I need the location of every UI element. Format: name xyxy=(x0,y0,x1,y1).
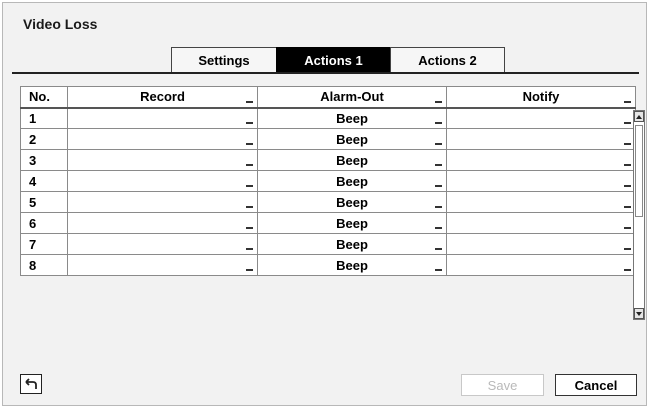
table-row: 1 Beep xyxy=(20,107,636,129)
table-row: 8 Beep xyxy=(20,254,636,276)
column-header-notify[interactable]: Notify xyxy=(446,86,636,109)
dropdown-indicator-icon xyxy=(624,185,631,187)
table-row: 3 Beep xyxy=(20,149,636,171)
row-number: 2 xyxy=(20,128,68,150)
back-button[interactable] xyxy=(20,374,42,394)
table-row: 4 Beep xyxy=(20,170,636,192)
tab-actions-1[interactable]: Actions 1 xyxy=(276,47,391,73)
table-row: 7 Beep xyxy=(20,233,636,255)
record-select[interactable] xyxy=(67,254,258,276)
record-select[interactable] xyxy=(67,107,258,129)
dropdown-indicator-icon xyxy=(435,206,442,208)
notify-select[interactable] xyxy=(446,107,636,129)
dialog-title: Video Loss xyxy=(23,16,98,32)
dropdown-indicator-icon xyxy=(246,122,253,124)
dropdown-indicator-icon xyxy=(624,206,631,208)
dropdown-indicator-icon xyxy=(624,143,631,145)
notify-select[interactable] xyxy=(446,191,636,213)
dropdown-indicator-icon xyxy=(435,185,442,187)
record-select[interactable] xyxy=(67,212,258,234)
dropdown-indicator-icon xyxy=(624,248,631,250)
dropdown-indicator-icon xyxy=(435,164,442,166)
alarm-out-select[interactable]: Beep xyxy=(257,149,447,171)
cancel-button[interactable]: Cancel xyxy=(555,374,637,396)
table-row: 6 Beep xyxy=(20,212,636,234)
dropdown-indicator-icon xyxy=(624,227,631,229)
row-number: 1 xyxy=(20,107,68,129)
scroll-thumb[interactable] xyxy=(635,125,643,217)
dropdown-indicator-icon xyxy=(435,100,442,103)
alarm-out-select[interactable]: Beep xyxy=(257,107,447,129)
record-select[interactable] xyxy=(67,128,258,150)
scroll-up-icon[interactable] xyxy=(634,111,644,122)
alarm-out-select[interactable]: Beep xyxy=(257,170,447,192)
tab-bar: Settings Actions 1 Actions 2 xyxy=(171,47,505,73)
column-header-alarm-out[interactable]: Alarm-Out xyxy=(257,86,447,109)
dropdown-indicator-icon xyxy=(246,100,253,103)
tab-underline xyxy=(12,72,639,74)
dropdown-indicator-icon xyxy=(624,122,631,124)
dropdown-indicator-icon xyxy=(246,269,253,271)
table-scrollbar[interactable] xyxy=(633,110,645,320)
record-select[interactable] xyxy=(67,191,258,213)
tab-actions-2[interactable]: Actions 2 xyxy=(390,47,505,73)
notify-select[interactable] xyxy=(446,149,636,171)
dropdown-indicator-icon xyxy=(435,227,442,229)
table-header-row: No. Record Alarm-Out Notify xyxy=(20,86,636,109)
alarm-out-select[interactable]: Beep xyxy=(257,191,447,213)
column-header-record[interactable]: Record xyxy=(67,86,258,109)
row-number: 8 xyxy=(20,254,68,276)
notify-select[interactable] xyxy=(446,170,636,192)
dropdown-indicator-icon xyxy=(435,122,442,124)
alarm-out-select[interactable]: Beep xyxy=(257,128,447,150)
dropdown-indicator-icon xyxy=(246,143,253,145)
alarm-out-select[interactable]: Beep xyxy=(257,212,447,234)
notify-select[interactable] xyxy=(446,212,636,234)
dropdown-indicator-icon xyxy=(246,185,253,187)
save-button[interactable]: Save xyxy=(461,374,544,396)
dropdown-indicator-icon xyxy=(435,143,442,145)
alarm-out-select[interactable]: Beep xyxy=(257,254,447,276)
dropdown-indicator-icon xyxy=(246,248,253,250)
table-row: 2 Beep xyxy=(20,128,636,150)
dropdown-indicator-icon xyxy=(246,206,253,208)
dropdown-indicator-icon xyxy=(246,227,253,229)
alarm-out-select[interactable]: Beep xyxy=(257,233,447,255)
row-number: 7 xyxy=(20,233,68,255)
row-number: 4 xyxy=(20,170,68,192)
notify-select[interactable] xyxy=(446,254,636,276)
dropdown-indicator-icon xyxy=(624,269,631,271)
back-arrow-icon xyxy=(25,378,37,389)
dropdown-indicator-icon xyxy=(246,164,253,166)
notify-select[interactable] xyxy=(446,233,636,255)
record-select[interactable] xyxy=(67,233,258,255)
record-select[interactable] xyxy=(67,149,258,171)
table-row: 5 Beep xyxy=(20,191,636,213)
dropdown-indicator-icon xyxy=(624,164,631,166)
row-number: 5 xyxy=(20,191,68,213)
actions-table: No. Record Alarm-Out Notify 1 Beep 2 Beep 3 B… xyxy=(20,86,636,276)
row-number: 3 xyxy=(20,149,68,171)
notify-select[interactable] xyxy=(446,128,636,150)
dropdown-indicator-icon xyxy=(435,248,442,250)
dropdown-indicator-icon xyxy=(624,100,631,103)
row-number: 6 xyxy=(20,212,68,234)
record-select[interactable] xyxy=(67,170,258,192)
column-header-no: No. xyxy=(20,86,68,109)
tab-settings[interactable]: Settings xyxy=(171,47,277,73)
scroll-down-icon[interactable] xyxy=(634,308,644,319)
dropdown-indicator-icon xyxy=(435,269,442,271)
